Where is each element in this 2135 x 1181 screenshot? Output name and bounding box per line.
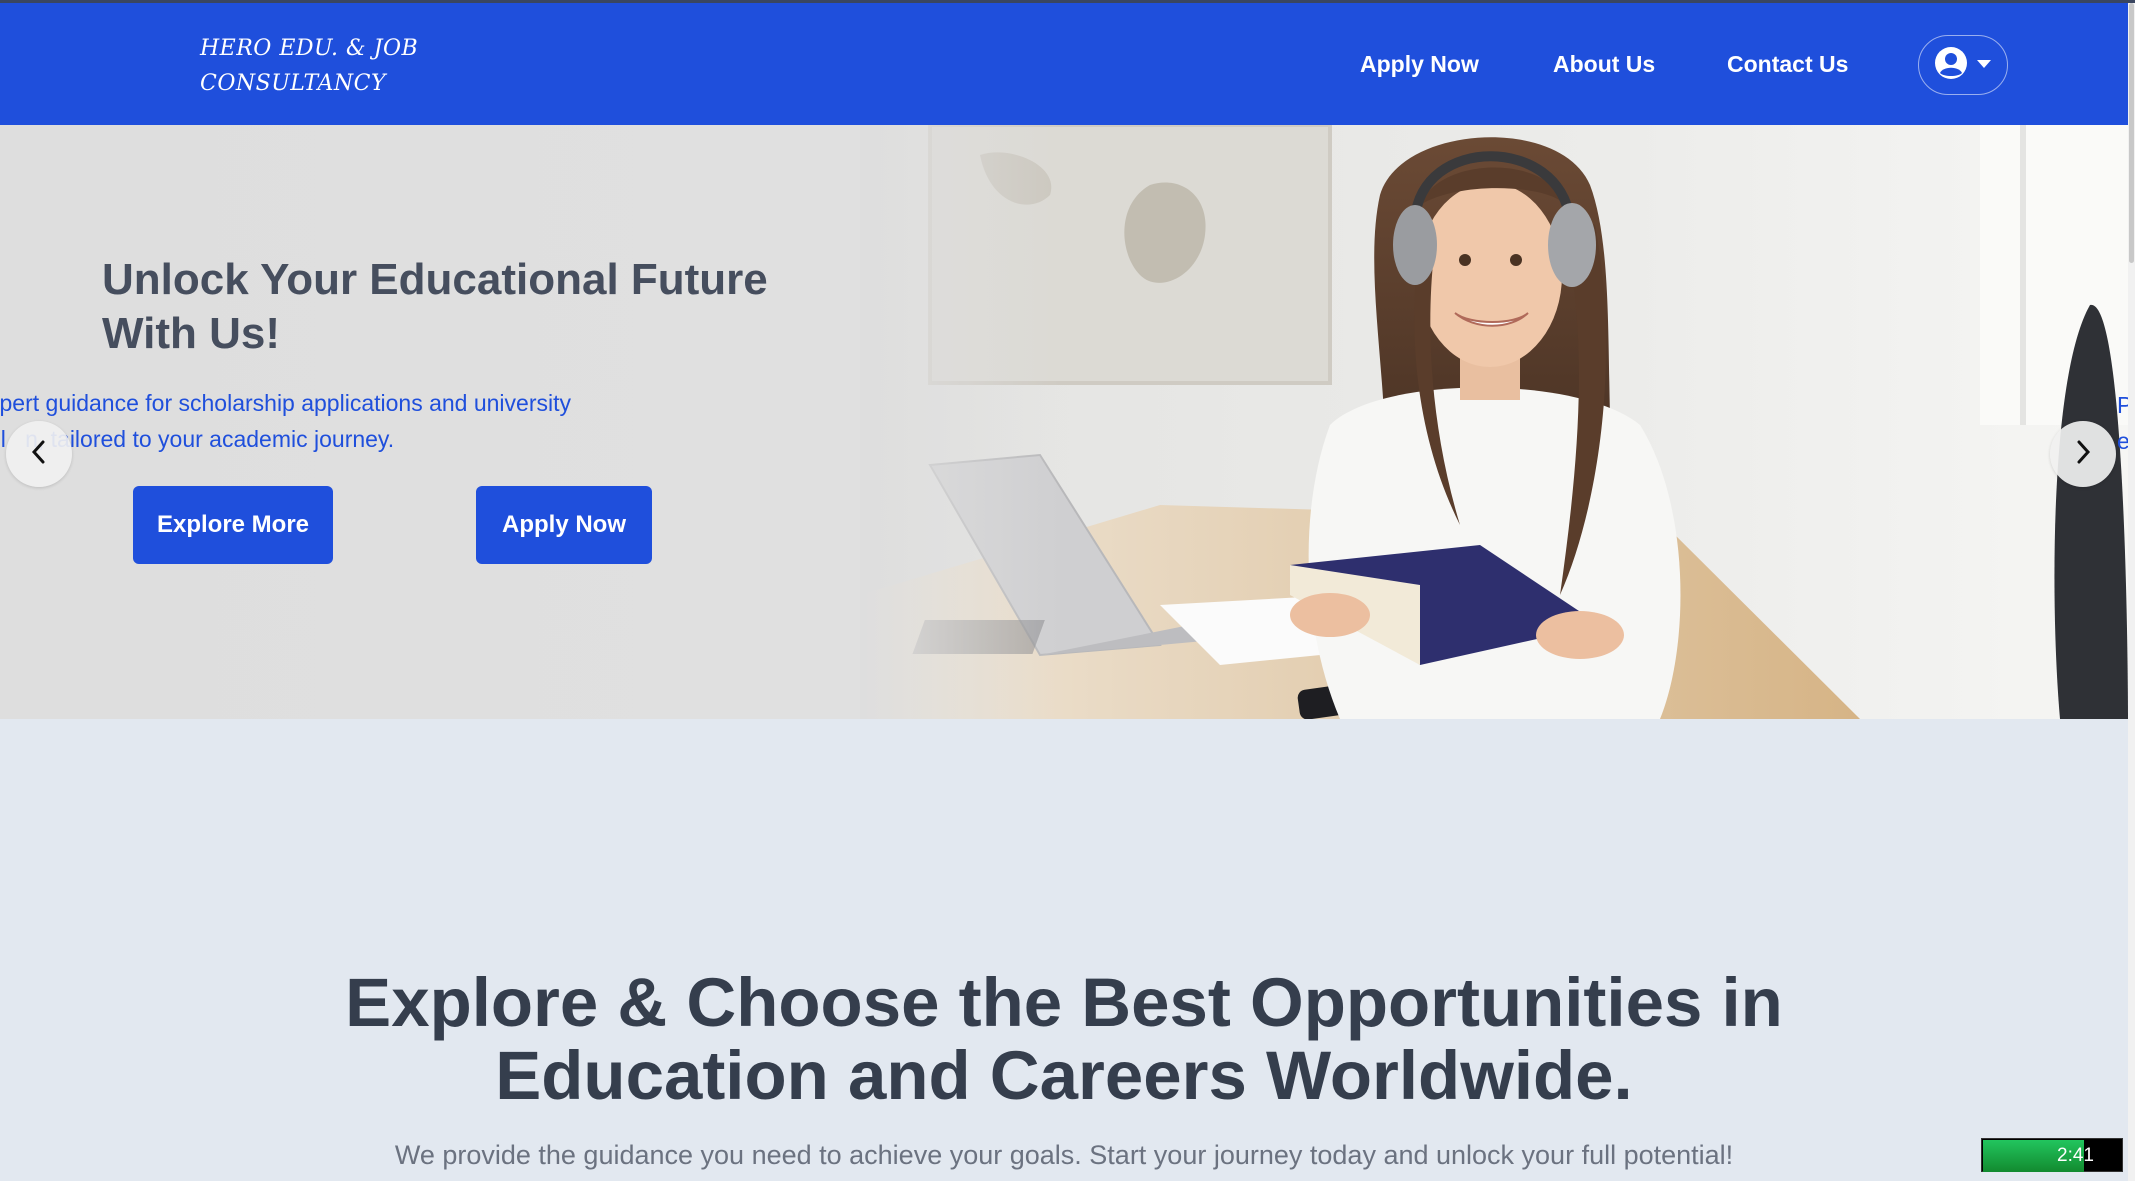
timer-widget: 2:41 xyxy=(1981,1138,2123,1172)
timer-text: 2:41 xyxy=(2057,1145,2094,1166)
caret-down-icon xyxy=(1976,56,1992,74)
carousel-prev-button[interactable] xyxy=(6,421,72,487)
hero-title: Unlock Your Educational Future With Us! xyxy=(102,255,768,358)
navbar: HERO EDU. & JOB CONSULTANCY Apply Now Ab… xyxy=(0,3,2128,125)
nav-apply-now[interactable]: Apply Now xyxy=(1360,51,1479,78)
section-subtitle: We provide the guidance you need to achi… xyxy=(394,1140,1734,1170)
chevron-right-icon xyxy=(2072,439,2094,470)
hero-image-fade xyxy=(860,125,1060,719)
explore-more-button[interactable]: Explore More xyxy=(133,486,333,564)
chevron-left-icon xyxy=(28,439,50,470)
brand-line-2: CONSULTANCY xyxy=(200,71,387,96)
hero-carousel: Unlock Your Educational Future With Us! … xyxy=(0,125,2128,719)
user-menu-button[interactable] xyxy=(1918,35,2008,95)
nav-contact-us[interactable]: Contact Us xyxy=(1727,51,1848,78)
hero-apply-now-button[interactable]: Apply Now xyxy=(476,486,652,564)
hero-subtitle: xpert guidance for scholarship applicati… xyxy=(0,385,648,457)
nav-about-us[interactable]: About Us xyxy=(1553,51,1655,78)
hero-subtitle-line-1: xpert guidance for scholarship applicati… xyxy=(0,390,571,416)
next-slide-peek-line-2: e xyxy=(2117,428,2128,454)
brand-logo[interactable]: HERO EDU. & JOB CONSULTANCY xyxy=(200,31,460,101)
page: HERO EDU. & JOB CONSULTANCY Apply Now Ab… xyxy=(0,0,2135,1181)
brand-line-1: HERO EDU. & JOB xyxy=(200,36,419,61)
next-slide-peek-text: P e xyxy=(2117,387,2128,459)
user-circle-icon xyxy=(1934,46,1968,85)
carousel-next-button[interactable] xyxy=(2050,421,2116,487)
next-slide-peek-line-1: P xyxy=(2117,392,2128,418)
section-title: Explore & Choose the Best Opportunities … xyxy=(345,964,1783,1114)
page-scrollbar-thumb[interactable] xyxy=(2129,3,2134,263)
